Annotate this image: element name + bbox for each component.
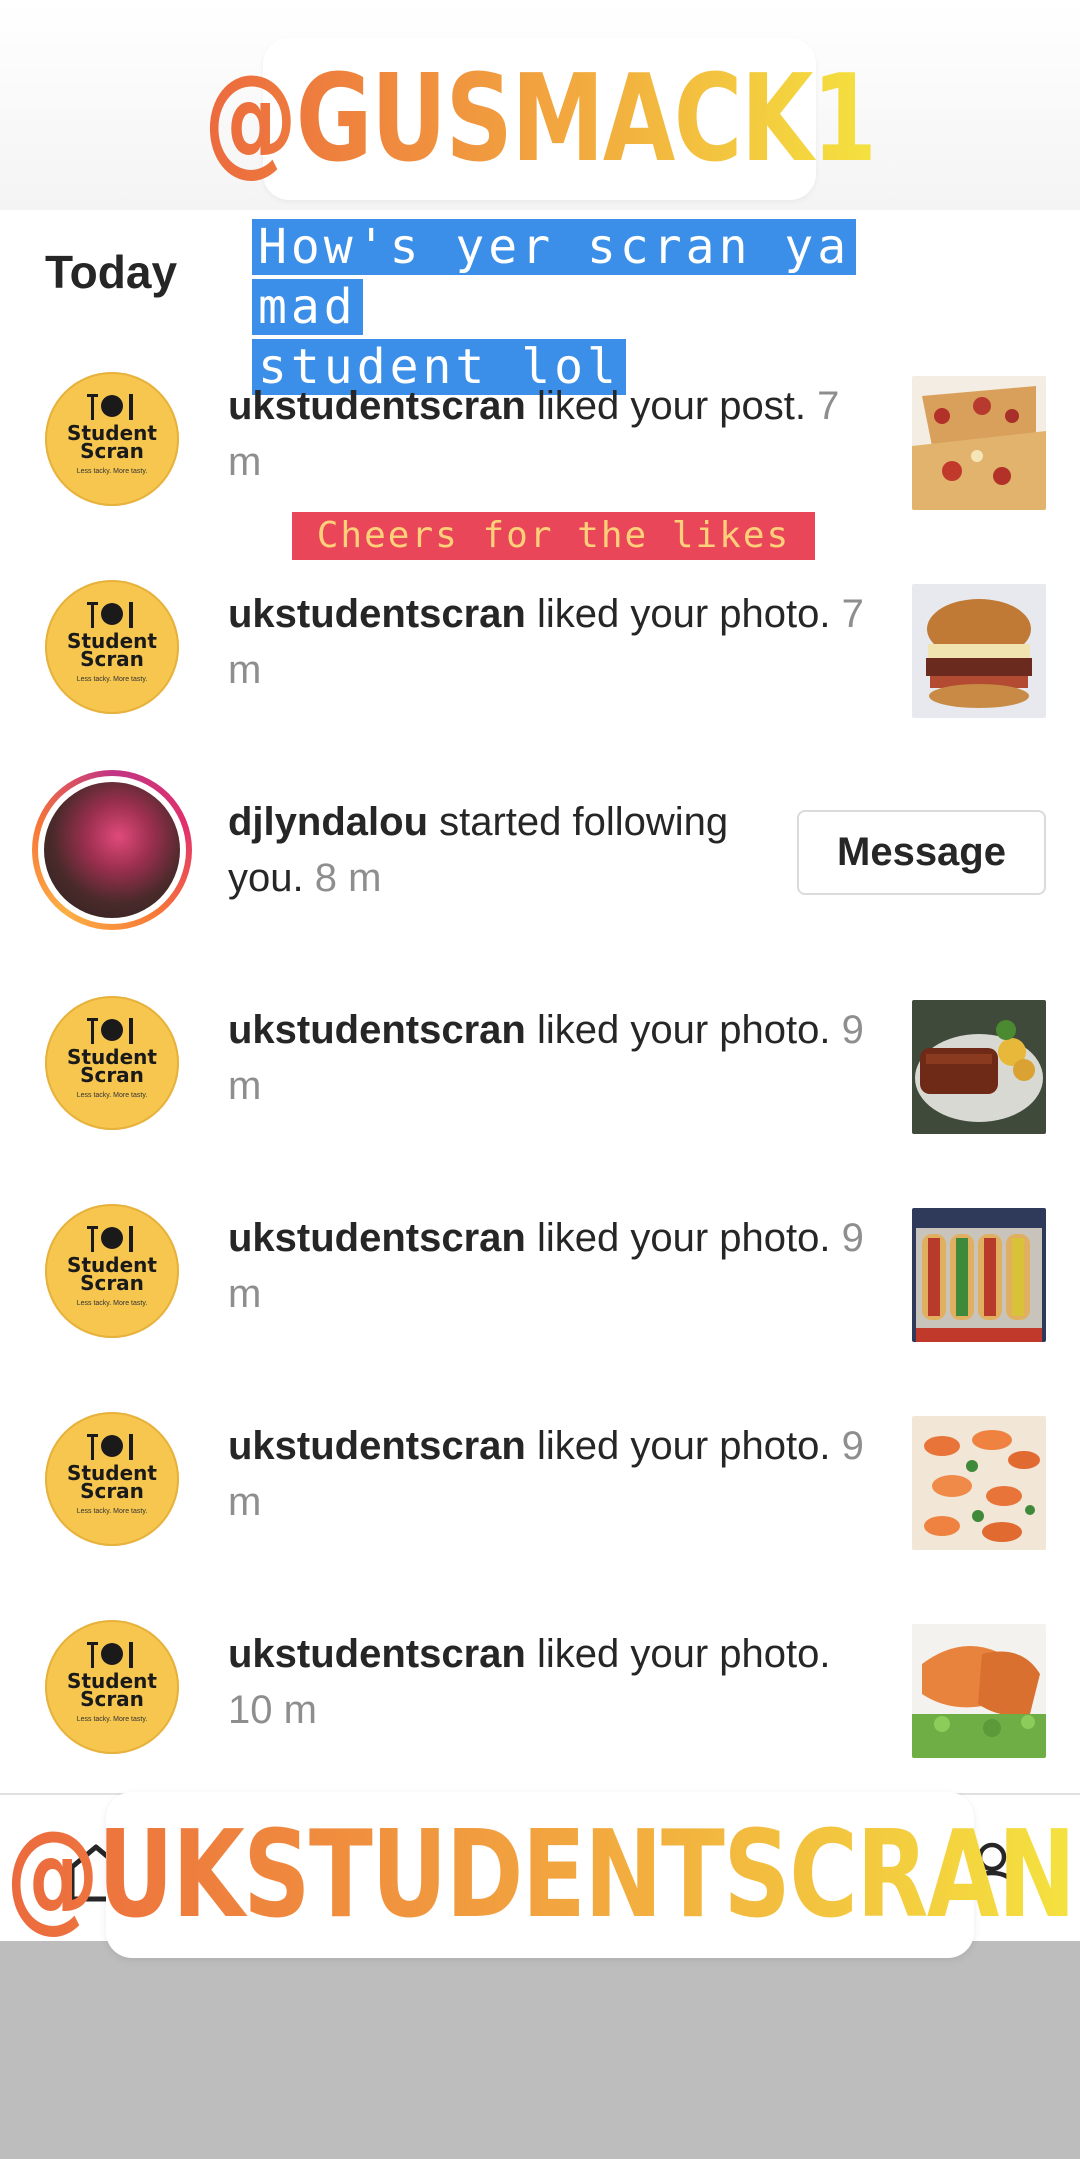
timestamp: 8 m xyxy=(314,856,382,900)
action-text: liked your photo. xyxy=(525,592,842,636)
logo-tagline: Less tacky. More tasty. xyxy=(76,468,148,475)
cutlery-icon xyxy=(87,394,133,420)
caption-blue-line1: How's yer scran ya mad xyxy=(252,219,857,335)
logo-tagline: Less tacky. More tasty. xyxy=(76,1092,148,1099)
logo-tagline: Less tacky. More tasty. xyxy=(76,1716,148,1723)
username[interactable]: djlyndalou xyxy=(228,800,428,844)
username[interactable]: ukstudentscran xyxy=(228,1424,526,1468)
notification-row[interactable]: djlyndalou started following you. 8 m Me… xyxy=(0,752,1080,932)
post-thumbnail-prawns[interactable] xyxy=(912,1416,1046,1550)
mention-sticker-top[interactable]: @GUSMACK1 xyxy=(204,38,877,200)
post-thumbnail-hot-dogs[interactable] xyxy=(912,1208,1046,1342)
notification-row[interactable]: Student Scran Less tacky. More tasty. uk… xyxy=(0,1584,1080,1764)
notification-text: djlyndalou started following you. 8 m xyxy=(228,794,768,906)
notification-text: ukstudentscran liked your photo. 9 m xyxy=(228,1210,868,1322)
story-avatar[interactable] xyxy=(32,770,192,930)
logo-text-line2: Scran xyxy=(80,1479,144,1503)
post-thumbnail-pizza[interactable] xyxy=(912,376,1046,510)
logo-text-line2: Scran xyxy=(80,439,144,463)
notification-text: ukstudentscran liked your photo. 7 m xyxy=(228,586,868,698)
cutlery-icon xyxy=(87,1226,133,1252)
username[interactable]: ukstudentscran xyxy=(228,1008,526,1052)
username[interactable]: ukstudentscran xyxy=(228,1632,526,1676)
notification-text: ukstudentscran liked your photo. 9 m xyxy=(228,1002,868,1114)
notification-text: ukstudentscran liked your photo. 10 m xyxy=(228,1626,868,1738)
post-thumbnail-ribs[interactable] xyxy=(912,1000,1046,1134)
notification-row[interactable]: Student Scran Less tacky. More tasty. uk… xyxy=(0,1168,1080,1348)
action-text: liked your photo. xyxy=(525,1424,842,1468)
notification-row[interactable]: Student Scran Less tacky. More tasty. uk… xyxy=(0,336,1080,516)
message-button[interactable]: Message xyxy=(797,810,1046,895)
notification-row[interactable]: Student Scran Less tacky. More tasty. uk… xyxy=(0,960,1080,1140)
logo-tagline: Less tacky. More tasty. xyxy=(76,676,148,683)
action-text: liked your photo. xyxy=(525,1008,842,1052)
post-thumbnail-salmon[interactable] xyxy=(912,1624,1046,1758)
section-title-today: Today xyxy=(45,246,178,298)
avatar[interactable]: Student Scran Less tacky. More tasty. xyxy=(45,1412,179,1546)
post-thumbnail-burger[interactable] xyxy=(912,584,1046,718)
mention-text-bottom: @UKSTUDENTSCRAN xyxy=(5,1805,1076,1945)
notification-row[interactable]: Student Scran Less tacky. More tasty. uk… xyxy=(0,1376,1080,1556)
logo-text-line2: Scran xyxy=(80,1271,144,1295)
mention-sticker-bottom[interactable]: @UKSTUDENTSCRAN xyxy=(6,1792,1076,1958)
timestamp: 10 m xyxy=(228,1688,317,1732)
username[interactable]: ukstudentscran xyxy=(228,592,526,636)
username[interactable]: ukstudentscran xyxy=(228,1216,526,1260)
notification-row[interactable]: Student Scran Less tacky. More tasty. uk… xyxy=(0,544,1080,724)
cutlery-icon xyxy=(87,1642,133,1668)
action-text: liked your post. xyxy=(525,384,818,428)
logo-text-line2: Scran xyxy=(80,1687,144,1711)
cutlery-icon xyxy=(87,602,133,628)
logo-tagline: Less tacky. More tasty. xyxy=(76,1300,148,1307)
action-text: liked your photo. xyxy=(525,1632,831,1676)
avatar-photo xyxy=(44,782,180,918)
action-text: liked your photo. xyxy=(525,1216,842,1260)
avatar[interactable]: Student Scran Less tacky. More tasty. xyxy=(45,996,179,1130)
cutlery-icon xyxy=(87,1434,133,1460)
notification-text: ukstudentscran liked your post. 7 m xyxy=(228,378,868,490)
cutlery-icon xyxy=(87,1018,133,1044)
avatar[interactable]: Student Scran Less tacky. More tasty. xyxy=(45,580,179,714)
username[interactable]: ukstudentscran xyxy=(228,384,526,428)
logo-text-line2: Scran xyxy=(80,1063,144,1087)
logo-text-line2: Scran xyxy=(80,647,144,671)
avatar[interactable]: Student Scran Less tacky. More tasty. xyxy=(45,1204,179,1338)
story-background-gray xyxy=(0,1941,1080,2159)
logo-tagline: Less tacky. More tasty. xyxy=(76,1508,148,1515)
mention-text-top: @GUSMACK1 xyxy=(203,49,877,189)
notification-text: ukstudentscran liked your photo. 9 m xyxy=(228,1418,868,1530)
avatar[interactable]: Student Scran Less tacky. More tasty. xyxy=(45,372,179,506)
avatar[interactable]: Student Scran Less tacky. More tasty. xyxy=(45,1620,179,1754)
